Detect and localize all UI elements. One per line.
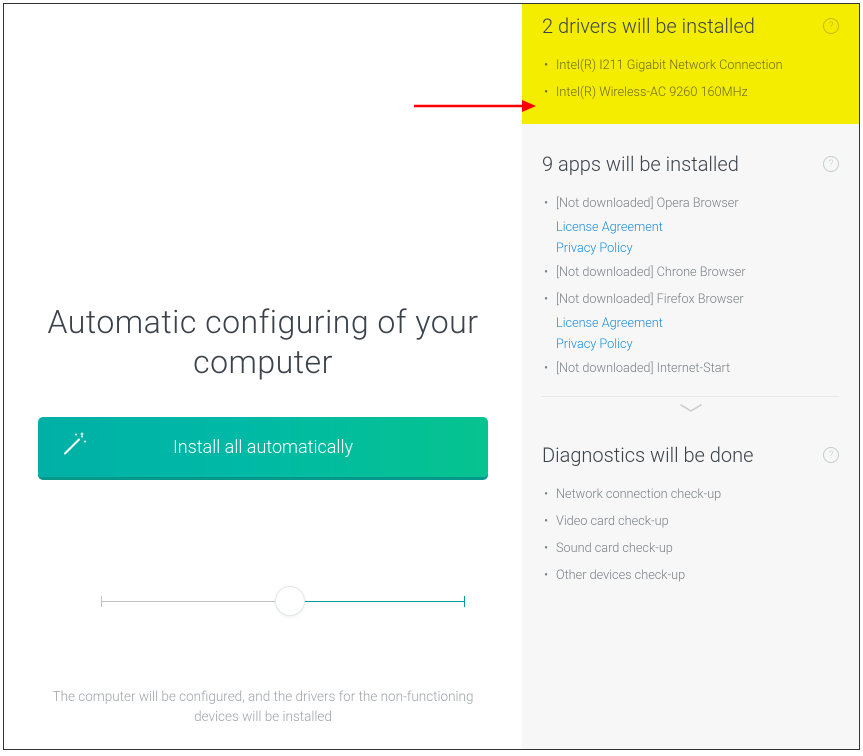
list-item: Intel(R) Wireless-AC 9260 160MHz (542, 79, 839, 106)
list-item: Intel(R) I211 Gigabit Network Connection (542, 52, 839, 79)
license-link[interactable]: Privacy Policy (542, 238, 839, 259)
help-icon[interactable]: ? (823, 156, 839, 172)
main-panel: Automatic configuring of your computer I… (4, 4, 522, 749)
list-item: [Not downloaded] Opera Browser (542, 190, 839, 217)
help-icon[interactable]: ? (823, 18, 839, 34)
page-title: Automatic configuring of your computer (34, 302, 492, 382)
list-item: [Not downloaded] Internet-Start (542, 355, 839, 382)
side-panel: 2 drivers will be installed ? Intel(R) I… (522, 4, 859, 749)
help-icon[interactable]: ? (823, 447, 839, 463)
license-link[interactable]: License Agreement (542, 217, 839, 238)
diagnostics-section: Diagnostics will be done ? Network conne… (522, 415, 859, 595)
list-item: Other devices check-up (542, 562, 839, 589)
list-item: [Not downloaded] Chrone Browser (542, 259, 839, 286)
app-window: Automatic configuring of your computer I… (3, 3, 860, 750)
progress-slider[interactable] (34, 587, 492, 617)
diagnostics-heading: Diagnostics will be done ? (542, 443, 839, 467)
install-all-button-label: Install all automatically (173, 437, 353, 458)
license-link[interactable]: License Agreement (542, 313, 839, 334)
list-item: Network connection check-up (542, 481, 839, 508)
diagnostics-list: Network connection check-upVideo card ch… (542, 481, 839, 589)
divider (542, 396, 839, 397)
slider-knob[interactable] (275, 586, 305, 616)
drivers-heading: 2 drivers will be installed ? (542, 14, 839, 38)
magic-wand-icon (60, 431, 88, 464)
list-item: [Not downloaded] Firefox Browser (542, 286, 839, 313)
apps-section: 9 apps will be installed ? [Not download… (522, 124, 859, 388)
slider-track (101, 601, 465, 602)
expand-apps-chevron-icon[interactable] (522, 403, 859, 415)
drivers-list: Intel(R) I211 Gigabit Network Connection… (542, 52, 839, 106)
list-item: Sound card check-up (542, 535, 839, 562)
list-item: Video card check-up (542, 508, 839, 535)
apps-heading: 9 apps will be installed ? (542, 152, 839, 176)
license-link[interactable]: Privacy Policy (542, 334, 839, 355)
drivers-section: 2 drivers will be installed ? Intel(R) I… (522, 4, 859, 124)
apps-list: [Not downloaded] Opera BrowserLicense Ag… (542, 190, 839, 382)
install-all-button[interactable]: Install all automatically (38, 417, 488, 477)
config-note: The computer will be configured, and the… (34, 687, 492, 728)
